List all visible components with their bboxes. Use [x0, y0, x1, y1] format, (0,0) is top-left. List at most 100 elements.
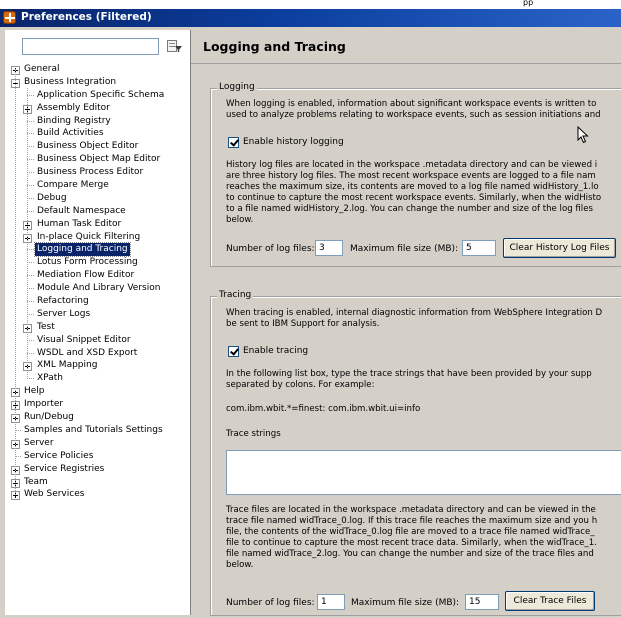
- tree-item[interactable]: Team: [5, 476, 191, 489]
- tree-item[interactable]: XPath: [5, 372, 191, 385]
- tree-item[interactable]: Binding Registry: [5, 115, 191, 128]
- tree-item[interactable]: Module And Library Version: [5, 282, 191, 295]
- tree-item-label: Visual Snippet Editor: [37, 334, 131, 345]
- tree-connector: [27, 262, 34, 264]
- tree-item[interactable]: Business Integration: [5, 76, 191, 89]
- tree-item[interactable]: Test: [5, 321, 191, 334]
- tree-item[interactable]: Refactoring: [5, 295, 191, 308]
- tree-item[interactable]: Web Services: [5, 488, 191, 501]
- tracing-num-files-field[interactable]: 1: [317, 594, 345, 610]
- logging-num-files-label: Number of log files:: [226, 244, 315, 254]
- tree-item[interactable]: General: [5, 63, 191, 76]
- tree-item[interactable]: Service Registries: [5, 463, 191, 476]
- tree-item-label: Business Object Map Editor: [37, 154, 161, 165]
- tracing-intro-line-1: When tracing is enabled, internal diagno…: [226, 308, 603, 318]
- enable-tracing-label[interactable]: Enable tracing: [243, 346, 308, 356]
- logging-details-line-5: to a file named widHistory_2.log. You ca…: [226, 204, 593, 214]
- tree-item-label: Test: [37, 321, 55, 332]
- tracing-max-size-field[interactable]: 15: [465, 594, 499, 610]
- tracing-max-size-label: Maximum file size (MB):: [351, 598, 460, 608]
- tree-item-label: Service Registries: [24, 463, 105, 474]
- tree-item[interactable]: Server: [5, 437, 191, 450]
- tree-item[interactable]: Business Object Editor: [5, 140, 191, 153]
- logging-details-line-4: to continue to capture the most recent w…: [226, 193, 602, 203]
- tree-item-label: In-place Quick Filtering: [37, 231, 141, 242]
- tree-item[interactable]: Compare Merge: [5, 179, 191, 192]
- filter-input[interactable]: [22, 38, 159, 55]
- tree-connector: [27, 288, 34, 290]
- tree-item[interactable]: Importer: [5, 398, 191, 411]
- tree-connector: [27, 94, 34, 96]
- logging-details-line-1: History log files are located in the wor…: [226, 160, 598, 170]
- tree-item-label: Mediation Flow Editor: [37, 270, 135, 281]
- tree-connector: [27, 301, 34, 303]
- page-header: Logging and Tracing: [191, 30, 621, 64]
- tree-item-label: Compare Merge: [37, 180, 109, 191]
- tree-item[interactable]: Lotus Form Processing: [5, 256, 191, 269]
- tree-item[interactable]: Assembly Editor: [5, 102, 191, 115]
- tree-item[interactable]: Server Logs: [5, 308, 191, 321]
- tree-item[interactable]: Run/Debug: [5, 411, 191, 424]
- tree-item-label: Samples and Tutorials Settings: [24, 424, 163, 435]
- logging-max-size-label: Maximum file size (MB):: [350, 244, 459, 254]
- tree-item-label: Business Integration: [24, 76, 117, 87]
- tree-item-label: Run/Debug: [24, 412, 74, 423]
- clear-trace-files-button[interactable]: Clear Trace Files: [505, 591, 595, 611]
- tree-item[interactable]: Mediation Flow Editor: [5, 269, 191, 282]
- trace-strings-input[interactable]: [226, 450, 621, 495]
- clear-filter-icon[interactable]: [167, 40, 182, 53]
- logging-intro-line-1: When logging is enabled, information abo…: [226, 99, 597, 109]
- logging-details-line-2: are three history log files. The most re…: [226, 171, 596, 181]
- tree-item[interactable]: Business Object Map Editor: [5, 153, 191, 166]
- tree-item[interactable]: Application Specific Schema: [5, 89, 191, 102]
- tree-item[interactable]: Debug: [5, 192, 191, 205]
- tracing-details-line-5: file named widTrace_2.log. You can chang…: [226, 549, 594, 559]
- tree-item-label: Team: [24, 476, 48, 487]
- tracing-num-files-label: Number of log files:: [226, 598, 315, 608]
- enable-history-logging-label[interactable]: Enable history logging: [243, 137, 344, 147]
- tree-item-label: Human Task Editor: [37, 218, 122, 229]
- title-bar[interactable]: Preferences (Filtered): [0, 9, 621, 27]
- tree-item[interactable]: Help: [5, 385, 191, 398]
- tree-item-label: Service Policies: [24, 450, 94, 461]
- tree-connector: [27, 249, 34, 251]
- clear-history-log-files-button[interactable]: Clear History Log Files: [503, 238, 616, 258]
- trace-example: com.ibm.wbit.*=finest: com.ibm.wbit.ui=i…: [226, 404, 421, 414]
- tree-item[interactable]: Visual Snippet Editor: [5, 334, 191, 347]
- tree-item-label: Assembly Editor: [37, 102, 110, 113]
- tree-item[interactable]: Logging and Tracing: [5, 242, 191, 258]
- preferences-tree: General Business Integration Application S…: [5, 63, 191, 501]
- tree-item-label: XML Mapping: [37, 360, 98, 371]
- tree-item[interactable]: Human Task Editor: [5, 218, 191, 231]
- tree-connector: [27, 87, 28, 379]
- tree-item[interactable]: XML Mapping: [5, 359, 191, 372]
- tree-connector: [27, 159, 34, 161]
- tracing-details-line-3: file, the contents of the widTrace_0.log…: [226, 527, 595, 537]
- tree-item[interactable]: Service Policies: [5, 450, 191, 463]
- tree-item[interactable]: WSDL and XSD Export: [5, 347, 191, 360]
- logging-intro-line-2: used to analyze problems relating to wor…: [226, 110, 601, 120]
- tree-item[interactable]: In-place Quick Filtering: [5, 231, 191, 244]
- tree-connector: [27, 339, 34, 341]
- tree-connector: [27, 352, 34, 354]
- tree-connector: [27, 146, 34, 148]
- tree-item[interactable]: Build Activities: [5, 127, 191, 140]
- tree-connector: [27, 210, 34, 212]
- tree-item[interactable]: Business Process Editor: [5, 166, 191, 179]
- enable-tracing-checkbox[interactable]: [228, 346, 239, 357]
- tree-item[interactable]: Samples and Tutorials Settings: [5, 424, 191, 437]
- enable-history-logging-checkbox[interactable]: [228, 137, 239, 148]
- tree-item-label: Lotus Form Processing: [37, 257, 138, 268]
- logging-num-files-field[interactable]: 3: [315, 240, 343, 256]
- tree-item-label: Logging and Tracing: [34, 242, 131, 258]
- tracing-details-line-6: below.: [226, 560, 254, 570]
- tree-item[interactable]: Default Namespace: [5, 205, 191, 218]
- tracing-details-line-1: Trace files are located in the workspace…: [226, 505, 596, 515]
- logging-details-line-3: reaches the maximum size, its contents a…: [226, 182, 599, 192]
- tree-item-label: Importer: [24, 399, 64, 410]
- tree-connector: [27, 172, 34, 174]
- tree-item-label: Business Object Editor: [37, 141, 139, 152]
- tracing-intro-line-2: be sent to IBM Support for analysis.: [226, 319, 380, 329]
- logging-max-size-field[interactable]: 5: [462, 240, 496, 256]
- tree-item-label: Help: [24, 386, 45, 397]
